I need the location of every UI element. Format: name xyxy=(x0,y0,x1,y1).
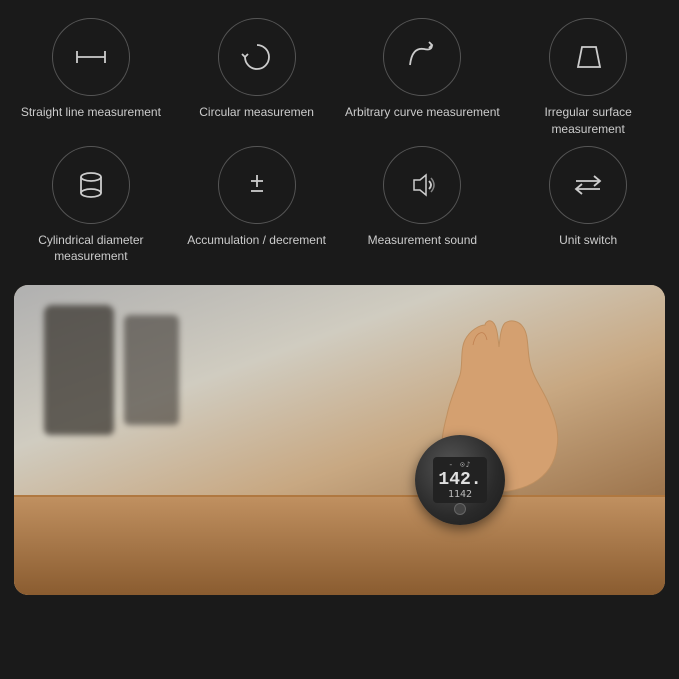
arbitrary-curve-icon-circle xyxy=(383,18,461,96)
irregular-surface-icon xyxy=(568,37,608,77)
unit-switch-icon-circle xyxy=(549,146,627,224)
arbitrary-curve-icon xyxy=(402,37,442,77)
device-reading-main: 142. xyxy=(438,471,481,489)
accumulation-label: Accumulation / decrement xyxy=(187,232,326,249)
feature-arbitrary-curve: Arbitrary curve measurement xyxy=(342,18,504,138)
cylindrical-icon-circle xyxy=(52,146,130,224)
feature-sound: Measurement sound xyxy=(342,146,504,266)
circular-label: Circular measuremen xyxy=(199,104,314,121)
sound-icon-circle xyxy=(383,146,461,224)
device-button xyxy=(454,503,466,515)
bg-jar-left xyxy=(44,305,114,435)
irregular-surface-icon-circle xyxy=(549,18,627,96)
accumulation-icon xyxy=(237,165,277,205)
device-reading-sub: 1142 xyxy=(448,489,472,500)
straight-line-icon-circle xyxy=(52,18,130,96)
device-screen-icons: - ⊙♪ xyxy=(448,460,471,469)
cylindrical-label: Cylindrical diameter measurement xyxy=(10,232,172,266)
feature-irregular-surface: Irregular surface measurement xyxy=(507,18,669,138)
cylindrical-icon xyxy=(71,165,111,205)
accumulation-icon-circle xyxy=(218,146,296,224)
straight-line-label: Straight line measurement xyxy=(21,104,161,121)
feature-unit-switch: Unit switch xyxy=(507,146,669,266)
product-photo: - ⊙♪ 142. 1142 xyxy=(14,285,665,595)
feature-circular: Circular measuremen xyxy=(176,18,338,138)
circular-icon-circle xyxy=(218,18,296,96)
feature-cylindrical: Cylindrical diameter measurement xyxy=(10,146,172,266)
device-screen: - ⊙♪ 142. 1142 xyxy=(433,457,487,503)
feature-straight-line: Straight line measurement xyxy=(10,18,172,138)
device-body: - ⊙♪ 142. 1142 xyxy=(415,435,505,525)
circular-icon xyxy=(237,37,277,77)
measurement-device: - ⊙♪ 142. 1142 xyxy=(415,435,505,525)
sound-label: Measurement sound xyxy=(368,232,477,249)
unit-switch-label: Unit switch xyxy=(559,232,617,249)
unit-switch-icon xyxy=(568,165,608,205)
features-grid: Straight line measurement Circular measu… xyxy=(0,0,679,275)
straight-line-icon xyxy=(71,37,111,77)
bg-jar-right xyxy=(124,315,179,425)
arbitrary-curve-label: Arbitrary curve measurement xyxy=(345,104,500,121)
irregular-surface-label: Irregular surface measurement xyxy=(507,104,669,138)
photo-background: - ⊙♪ 142. 1142 xyxy=(14,285,665,595)
sound-icon xyxy=(402,165,442,205)
feature-accumulation: Accumulation / decrement xyxy=(176,146,338,266)
